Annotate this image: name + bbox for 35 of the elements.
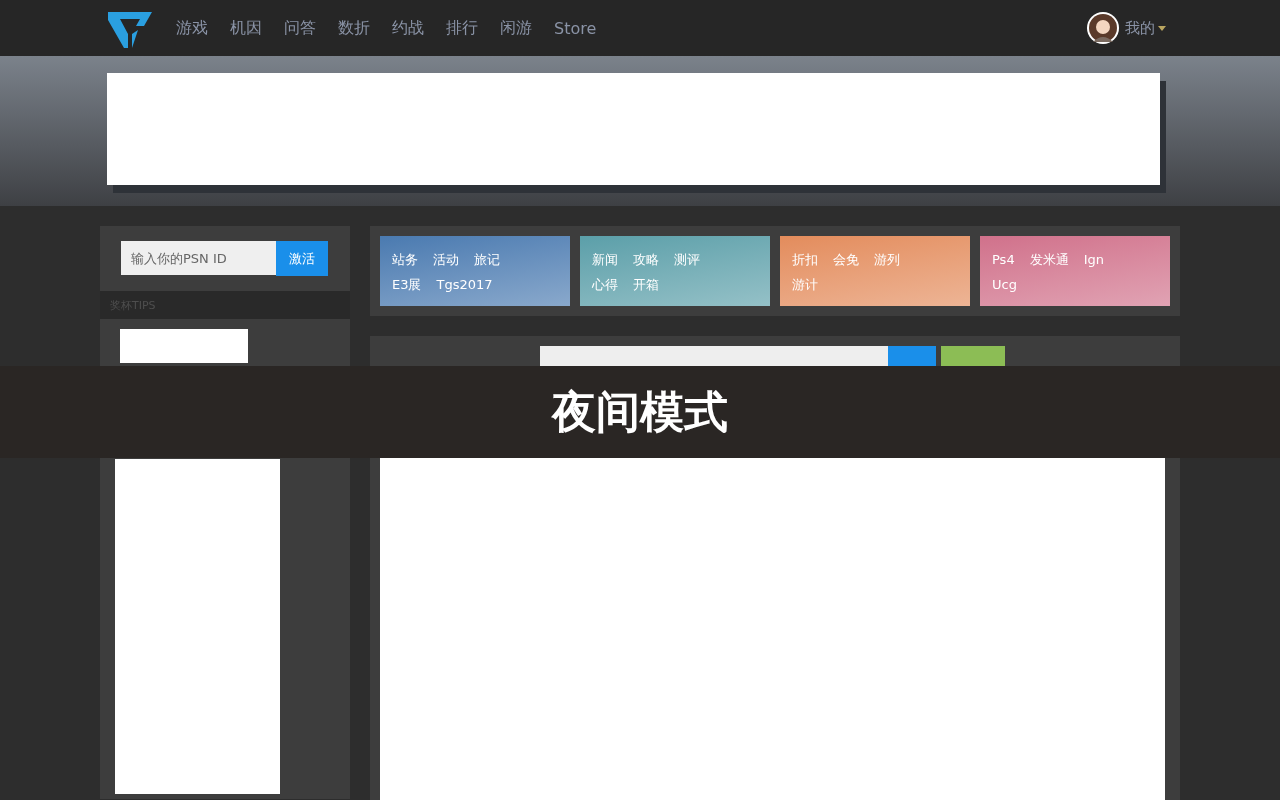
category-link[interactable]: 折扣 <box>792 250 818 269</box>
nav-link[interactable]: 问答 <box>284 17 316 39</box>
avatar-icon[interactable] <box>1087 12 1119 44</box>
category-link[interactable]: 游计 <box>792 275 818 294</box>
category-link[interactable]: 新闻 <box>592 250 618 269</box>
category-link[interactable]: E3展 <box>392 275 422 294</box>
category-link[interactable]: 攻略 <box>633 250 659 269</box>
category-link[interactable]: 活动 <box>433 250 459 269</box>
category-link[interactable]: 旅记 <box>474 250 500 269</box>
category-link[interactable]: 会免 <box>833 250 859 269</box>
user-menu[interactable]: 我的 <box>1125 18 1166 38</box>
nav-link[interactable]: Store <box>554 18 597 38</box>
search-button[interactable] <box>888 346 936 366</box>
search-field[interactable] <box>540 346 888 366</box>
overlay-title: 夜间模式 <box>552 384 728 439</box>
category-link[interactable]: 测评 <box>674 250 700 269</box>
nav-link[interactable]: 排行 <box>446 17 478 39</box>
category-link[interactable]: Ucg <box>992 275 1017 294</box>
category-link[interactable]: Tgs2017 <box>436 275 493 294</box>
category-link[interactable]: 心得 <box>592 275 618 294</box>
nav-link[interactable]: 数折 <box>338 17 370 39</box>
nav-link[interactable]: 闲游 <box>500 17 532 39</box>
category-link[interactable]: 发米通 <box>1029 250 1069 269</box>
psn-input-field[interactable]: 输入你的PSN ID <box>121 241 276 275</box>
activate-button[interactable]: 激活 <box>276 241 328 276</box>
nav-link[interactable]: 机因 <box>230 17 262 39</box>
category-link[interactable]: Ps4 <box>992 250 1015 269</box>
post-button[interactable] <box>941 346 1005 366</box>
category-link[interactable]: 开箱 <box>633 275 659 294</box>
nav-link[interactable]: 约战 <box>392 17 424 39</box>
category-link[interactable]: 站务 <box>392 250 418 269</box>
nav-link[interactable]: 游戏 <box>176 17 208 39</box>
category-link[interactable]: Ign <box>1083 250 1104 269</box>
caret-icon <box>1158 25 1166 31</box>
category-link[interactable]: 游列 <box>874 250 900 269</box>
